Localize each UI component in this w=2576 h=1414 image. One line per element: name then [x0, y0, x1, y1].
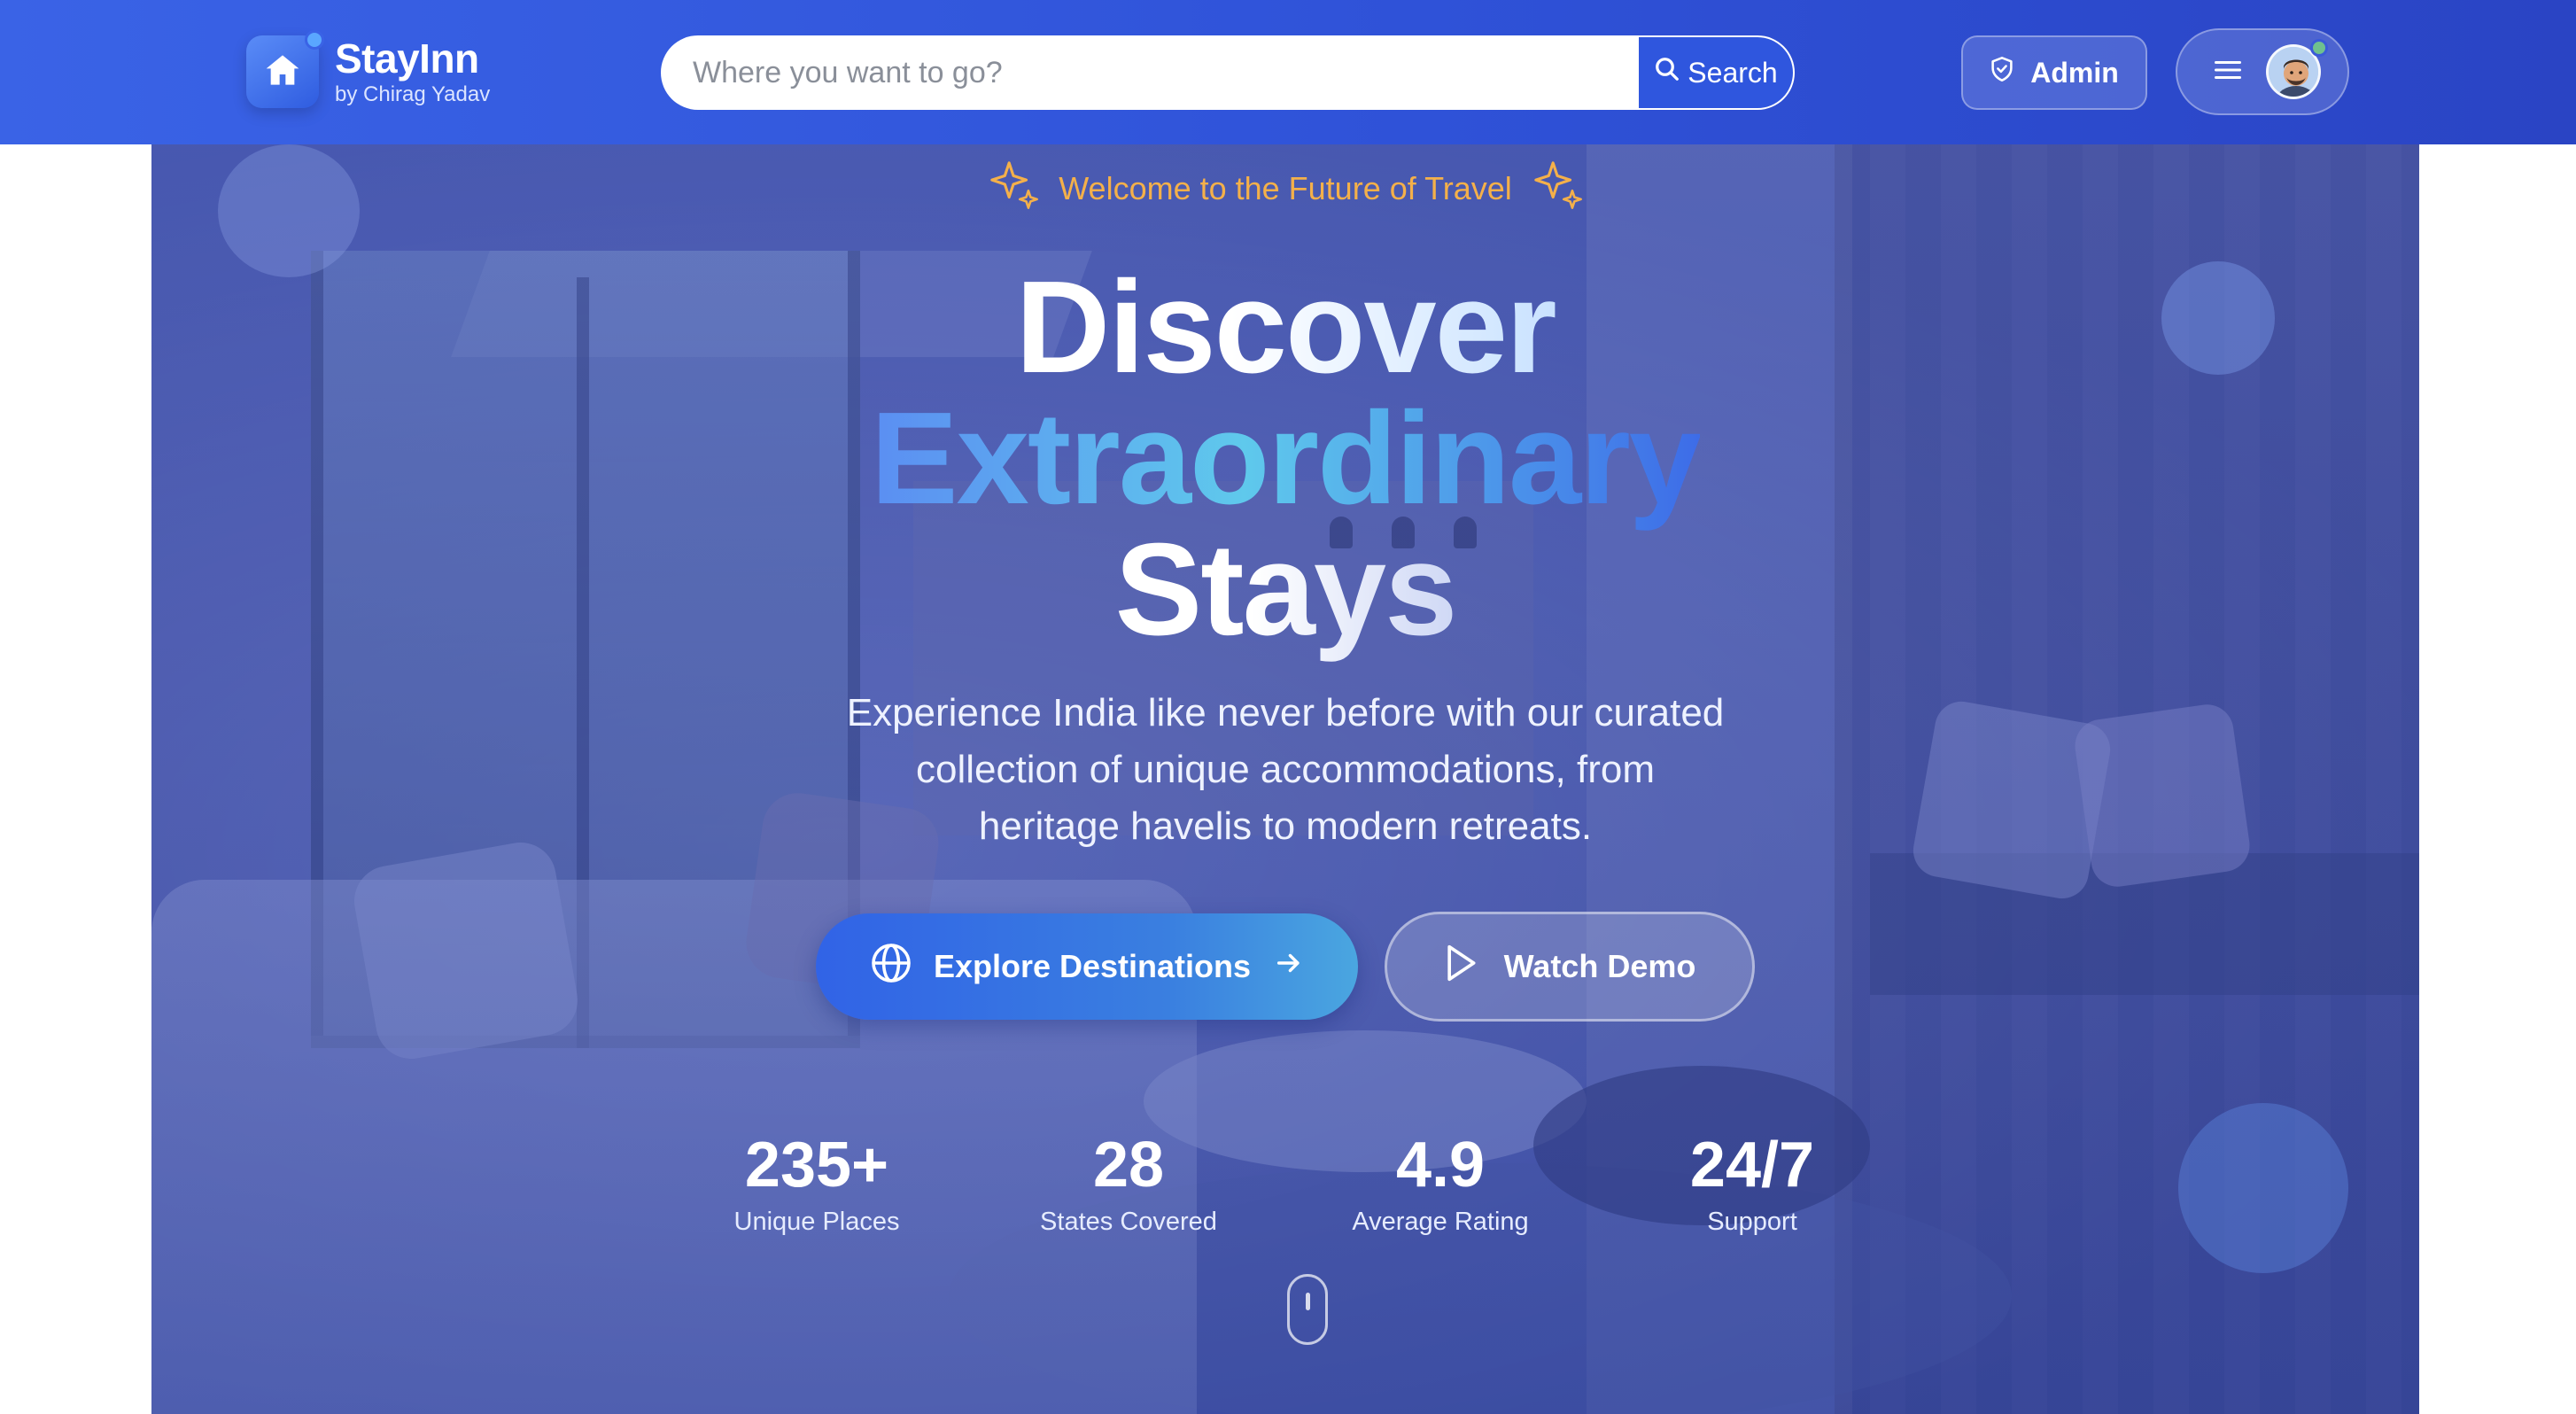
- scroll-indicator[interactable]: [1287, 1274, 1328, 1345]
- hero-title: Discover Extraordinary Stays: [151, 261, 2419, 656]
- stat-unique-places: 235+ Unique Places: [693, 1128, 941, 1237]
- online-status-dot: [2310, 39, 2328, 57]
- globe-icon: [870, 942, 912, 992]
- hamburger-icon: [2213, 58, 2243, 86]
- stat-label: States Covered: [1040, 1208, 1217, 1236]
- user-menu-button[interactable]: [2176, 28, 2349, 115]
- arrow-right-icon: [1274, 948, 1304, 986]
- search-button[interactable]: Search: [1639, 37, 1793, 108]
- shield-icon: [1990, 56, 2030, 89]
- stat-average-rating: 4.9 Average Rating: [1316, 1128, 1564, 1237]
- hero-description: Experience India like never before with …: [846, 691, 1725, 848]
- brand-subtitle: by Chirag Yadav: [335, 82, 491, 106]
- hero-tagline-text: Welcome to the Future of Travel: [1059, 169, 1512, 206]
- hero-title-line3: Stays: [1114, 517, 1458, 663]
- decorative-bubble: [2178, 1103, 2348, 1273]
- hero-section: Welcome to the Future of Travel Discover…: [151, 144, 2419, 1414]
- stat-states-covered: 28 States Covered: [1005, 1128, 1253, 1237]
- watch-demo-button[interactable]: Watch Demo: [1385, 912, 1755, 1022]
- home-icon: [265, 53, 300, 91]
- hero-title-line2: Extraordinary: [870, 385, 1702, 532]
- admin-button-label: Admin: [2030, 56, 2119, 89]
- hero-tagline: Welcome to the Future of Travel: [151, 159, 2419, 218]
- search-input[interactable]: [663, 37, 1641, 108]
- sparkle-icon: [988, 159, 1039, 218]
- brand-logo[interactable]: [246, 30, 324, 108]
- stat-value: 235+: [744, 1130, 889, 1200]
- stat-value: 24/7: [1689, 1130, 1815, 1200]
- hero-title-line1: Discover: [1015, 254, 1556, 400]
- watch-demo-label: Watch Demo: [1503, 948, 1696, 984]
- stat-value: 4.9: [1395, 1130, 1486, 1200]
- search-icon: [1654, 56, 1688, 89]
- search-bar: Search: [661, 35, 1795, 110]
- search-button-label: Search: [1688, 56, 1778, 89]
- admin-button[interactable]: Admin: [1961, 35, 2147, 110]
- stat-value: 28: [1092, 1130, 1165, 1200]
- brand-logo-dot: [305, 30, 324, 50]
- play-icon: [1444, 944, 1478, 991]
- stat-label: Unique Places: [733, 1208, 900, 1236]
- stat-support: 24/7 Support: [1628, 1128, 1876, 1237]
- brand-name: StayInn: [335, 35, 479, 82]
- explore-destinations-label: Explore Destinations: [933, 948, 1252, 984]
- scroll-wheel: [1306, 1293, 1310, 1310]
- explore-destinations-button[interactable]: Explore Destinations: [816, 913, 1358, 1020]
- brand[interactable]: StayInn by Chirag Yadav: [246, 30, 491, 108]
- navbar: StayInn by Chirag Yadav Search Admin: [0, 0, 2576, 144]
- stat-label: Average Rating: [1352, 1208, 1529, 1236]
- sparkle-icon: [1532, 159, 1583, 218]
- stat-label: Support: [1707, 1208, 1797, 1236]
